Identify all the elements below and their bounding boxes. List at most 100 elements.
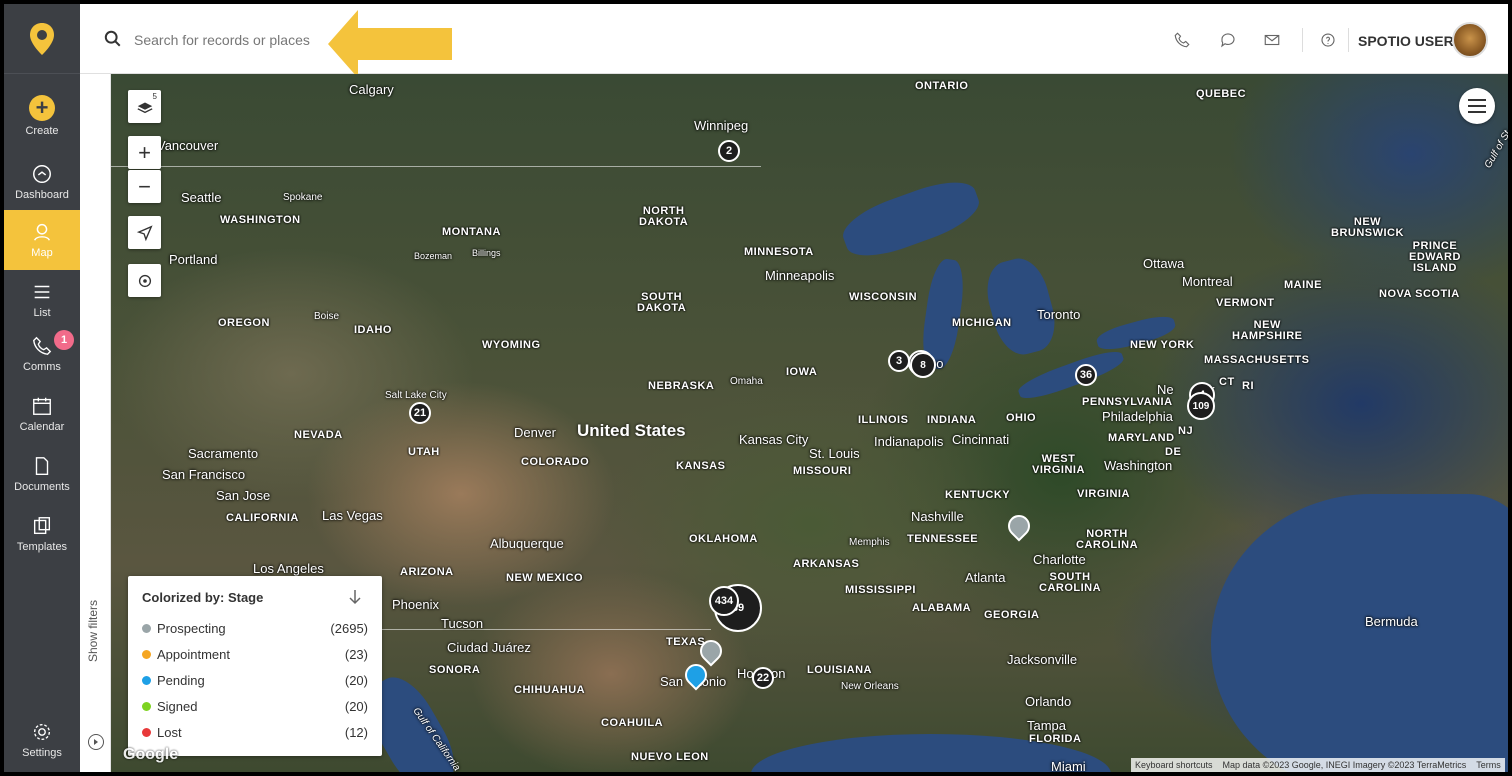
city-nashville: Nashville [911,509,964,524]
locate-button[interactable] [128,216,161,249]
city-vancouver: Vancouver [157,138,219,153]
legend-count: (20) [344,698,368,714]
user-name[interactable]: SPOTIO USER [1358,33,1454,49]
label-missouri: MISSOURI [793,465,852,477]
sidebar-item-list[interactable]: List [4,270,80,330]
label-new-brunswick: NEW BRUNSWICK [1331,216,1404,239]
label-louisiana: LOUISIANA [807,664,872,676]
city-jacksonville: Jacksonville [1007,652,1078,667]
calendar-icon [33,397,51,415]
record-pin-prospecting[interactable] [1003,510,1035,542]
legend-row-pending[interactable]: Pending (20) [142,670,368,690]
sidebar-item-templates[interactable]: Templates [4,504,80,564]
sidebar-item-map[interactable]: Map [4,210,80,270]
label-georgia: GEORGIA [984,609,1040,621]
terms-link[interactable]: Terms [1476,760,1501,770]
crosshair-button[interactable] [128,264,161,297]
zoom-in-button[interactable]: + [128,136,161,169]
label-nuevo-leon: NUEVO LEON [631,751,709,763]
keyboard-shortcuts-link[interactable]: Keyboard shortcuts [1135,760,1213,770]
city-cincinnati: Cincinnati [952,432,1010,447]
zoom-out-button[interactable]: − [128,170,161,203]
label-prince-edward-island: PRINCE EDWARD ISLAND [1409,240,1461,274]
marker-cluster[interactable]: 109 [1187,392,1215,420]
legend-title: Colorized by: Stage [142,590,264,605]
legend-row-appointment[interactable]: Appointment (23) [142,644,368,664]
legend-row-prospecting[interactable]: Prospecting (2695) [142,618,368,638]
city-washington: Washington [1104,458,1173,473]
label-de: DE [1165,446,1182,458]
legend-row-lost[interactable]: Lost (12) [142,722,368,742]
phone-icon [33,336,52,355]
sidebar-item-calendar[interactable]: Calendar [4,384,80,444]
city-new-orleans: New Orleans [841,681,899,692]
menu-button[interactable] [1459,88,1495,124]
email-button[interactable] [1260,28,1284,52]
layers-button[interactable]: 5 [128,90,161,123]
sidebar-item-label: Create [25,125,59,137]
spotio-logo[interactable] [4,4,80,74]
app-window: + Create Dashboard Map List Comms 1 Cale… [4,4,1508,772]
city-new-york: Ne [1157,382,1174,397]
map-canvas[interactable]: ONTARIO QUEBEC NORTH DAKOTA SOUTH DAKOTA… [111,74,1508,772]
label-maine: MAINE [1284,279,1322,291]
label-nj: NJ [1178,425,1194,437]
chat-button[interactable] [1216,28,1240,52]
help-button[interactable] [1316,28,1340,52]
phone-button[interactable] [1170,28,1194,52]
sidebar: + Create Dashboard Map List Comms 1 Cale… [4,4,80,772]
label-colorado: COLORADO [521,456,590,468]
city-philadelphia: Philadelphia [1102,409,1173,424]
sidebar-item-dashboard[interactable]: Dashboard [4,152,80,212]
label-kansas: KANSAS [676,460,726,472]
label-utah: UTAH [408,446,440,458]
city-seattle: Seattle [181,190,222,205]
show-filters-label[interactable]: Show filters [86,572,100,662]
city-st-louis: St. Louis [809,446,860,461]
marker-cluster[interactable]: 36 [1075,364,1097,386]
sidebar-item-label: List [33,307,51,319]
layers-count: 5 [152,92,157,101]
legend-row-signed[interactable]: Signed (20) [142,696,368,716]
label-maryland: MARYLAND [1108,432,1175,444]
avatar[interactable] [1452,22,1488,58]
marker-cluster[interactable]: 8 [910,352,936,378]
annotation-arrow [328,10,452,78]
city-albuquerque: Albuquerque [490,536,564,551]
sidebar-item-settings[interactable]: Settings [4,710,80,770]
atlantic [1211,494,1508,772]
marker-cluster[interactable]: 21 [409,402,431,424]
label-arkansas: ARKANSAS [793,558,860,570]
sidebar-item-create[interactable]: + Create [4,86,80,146]
google-logo: Google [123,746,179,763]
chat-bubble-icon [1221,33,1235,48]
label-nebraska: NEBRASKA [648,380,715,392]
legend-label: Appointment [157,646,230,662]
stage-dot [142,727,151,737]
filter-panel-collapsed[interactable]: Show filters [80,74,111,772]
city-miami: Miami [1051,759,1086,772]
legend-label: Prospecting [157,620,226,636]
map-pin-icon [33,223,51,241]
label-ontario: ONTARIO [915,80,969,92]
label-massachusetts: MASSACHUSETTS [1204,354,1310,366]
label-chihuahua: CHIHUAHUA [514,684,586,696]
city-spokane: Spokane [283,192,323,203]
label-tennessee: TENNESSEE [907,533,979,545]
expand-filters-icon[interactable] [88,734,104,750]
marker-cluster[interactable]: 2 [718,140,740,162]
navigation-arrow-icon [136,224,153,241]
city-calgary: Calgary [349,82,394,97]
city-kansas-city: Kansas City [739,432,809,447]
label-quebec: QUEBEC [1196,88,1247,100]
sidebar-item-comms[interactable]: Comms 1 [4,324,80,384]
search-icon[interactable] [104,30,122,48]
marker-cluster[interactable]: 22 [752,667,774,689]
marker-cluster[interactable]: 434 [709,586,739,616]
label-south-dakota: SOUTH DAKOTA [637,291,687,314]
gauge-icon [33,165,51,183]
sidebar-item-documents[interactable]: Documents [4,444,80,504]
marker-cluster[interactable]: 3 [888,350,910,372]
arrow-down-icon[interactable] [346,588,364,606]
city-omaha: Omaha [730,376,763,387]
